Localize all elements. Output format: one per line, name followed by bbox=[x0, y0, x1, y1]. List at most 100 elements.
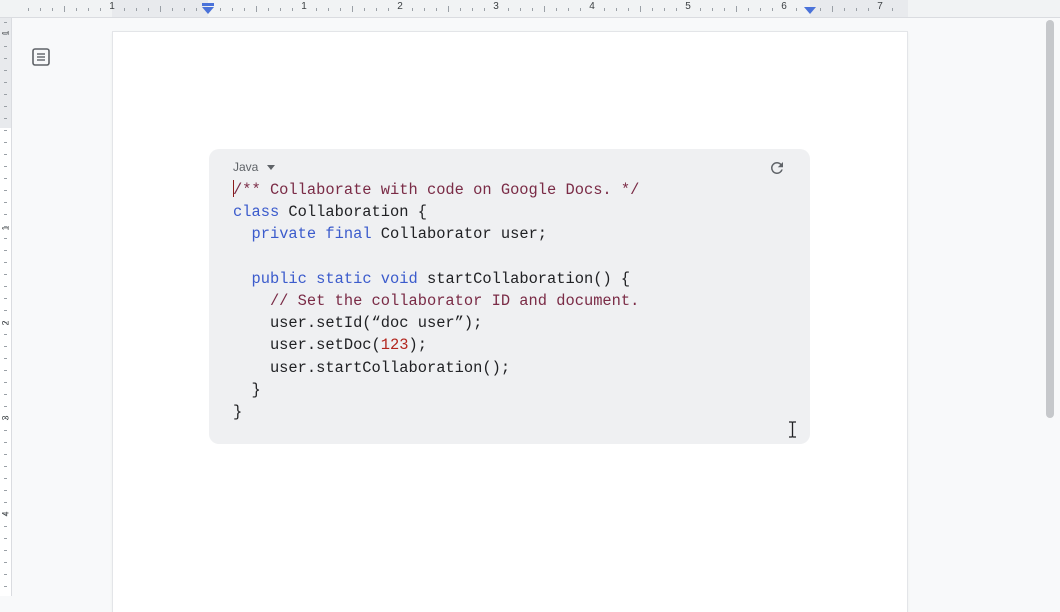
ruler-tick bbox=[4, 466, 7, 467]
ruler-tick bbox=[4, 394, 7, 395]
ruler-tick bbox=[532, 8, 533, 11]
ruler-tick bbox=[364, 8, 365, 11]
ruler-tick bbox=[4, 502, 7, 503]
i-beam-cursor-icon bbox=[789, 421, 796, 438]
ruler-tick bbox=[4, 334, 7, 335]
ruler-tick bbox=[76, 8, 77, 11]
ruler-tick bbox=[4, 130, 7, 131]
caret-down-icon bbox=[267, 165, 276, 170]
ruler-tick bbox=[424, 8, 425, 11]
ruler-tick bbox=[604, 8, 605, 11]
code-token: private final bbox=[251, 225, 372, 244]
code-token: user.startCollaboration(); bbox=[233, 358, 511, 377]
code-line: /** Collaborate with code on Google Docs… bbox=[233, 179, 639, 201]
code-line: // Set the collaborator ID and document. bbox=[233, 290, 639, 312]
ruler-tick bbox=[796, 8, 797, 11]
ruler-tick bbox=[88, 8, 89, 11]
document-outline-button[interactable] bbox=[30, 46, 52, 68]
horizontal-ruler[interactable]: 1 1 2 3 4 5 6 7 bbox=[0, 0, 1060, 18]
ruler-tick bbox=[160, 6, 161, 12]
refresh-button[interactable] bbox=[768, 159, 786, 177]
ruler-tick bbox=[4, 190, 7, 191]
ruler-tick bbox=[340, 8, 341, 11]
left-indent-marker[interactable] bbox=[202, 7, 214, 14]
ruler-tick bbox=[100, 8, 101, 11]
ruler-number: 2 bbox=[0, 320, 11, 326]
ruler-tick bbox=[4, 166, 7, 167]
ruler-tick bbox=[856, 8, 857, 11]
code-line: user.setDoc(123); bbox=[233, 334, 639, 356]
ruler-number: 3 bbox=[0, 415, 11, 421]
code-line: user.startCollaboration(); bbox=[233, 357, 639, 379]
code-token: /** Collaborate with code on Google Docs… bbox=[233, 181, 640, 199]
ruler-tick bbox=[4, 202, 7, 203]
ruler-tick bbox=[4, 274, 7, 275]
right-indent-marker[interactable] bbox=[804, 7, 816, 14]
ruler-tick bbox=[4, 178, 7, 179]
ruler-tick bbox=[4, 238, 7, 239]
ruler-tick bbox=[4, 586, 7, 587]
ruler-tick bbox=[352, 6, 353, 12]
ruler-tick bbox=[40, 8, 41, 11]
code-token: 123 bbox=[380, 336, 409, 355]
scrollbar-thumb[interactable] bbox=[1046, 20, 1054, 418]
ruler-tick bbox=[4, 526, 7, 527]
ruler-tick bbox=[484, 8, 485, 11]
ruler-tick bbox=[4, 370, 7, 371]
vertical-ruler[interactable]: 1 1 2 3 4 bbox=[0, 18, 12, 596]
ruler-tick bbox=[136, 8, 137, 11]
ruler-tick bbox=[508, 8, 509, 11]
code-token: startCollaboration() { bbox=[417, 269, 631, 288]
ruler-tick bbox=[460, 8, 461, 11]
code-token: } bbox=[233, 402, 243, 421]
ruler-tick bbox=[844, 8, 845, 11]
ruler-tick bbox=[4, 382, 7, 383]
ruler-tick bbox=[676, 8, 677, 11]
ruler-tick bbox=[4, 478, 7, 479]
ruler-number: 4 bbox=[589, 1, 595, 12]
ruler-tick bbox=[4, 154, 7, 155]
language-dropdown[interactable]: Java bbox=[233, 160, 276, 174]
ruler-tick bbox=[664, 8, 665, 11]
ruler-tick bbox=[64, 6, 65, 12]
code-token: Collaborator user; bbox=[371, 225, 548, 244]
ruler-tick bbox=[868, 8, 869, 11]
code-editor[interactable]: /** Collaborate with code on Google Docs… bbox=[233, 179, 639, 423]
ruler-tick bbox=[4, 46, 7, 47]
ruler-tick bbox=[376, 8, 377, 11]
code-line: class Collaboration { bbox=[233, 201, 639, 223]
ruler-tick bbox=[4, 118, 7, 119]
ruler-tick bbox=[124, 8, 125, 11]
ruler-tick bbox=[4, 70, 7, 71]
ruler-tick bbox=[4, 82, 7, 83]
code-block[interactable]: Java /** Collaborate with code on Google… bbox=[209, 149, 810, 444]
first-line-indent-marker[interactable] bbox=[202, 3, 214, 6]
ruler-tick bbox=[556, 8, 557, 11]
ruler-right-margin bbox=[810, 0, 908, 17]
vertical-scrollbar[interactable] bbox=[1045, 18, 1055, 418]
ruler-tick bbox=[520, 8, 521, 11]
code-token: user.setId(“doc user”); bbox=[233, 314, 483, 333]
ruler-tick bbox=[388, 8, 389, 11]
refresh-icon bbox=[770, 161, 783, 174]
ruler-number: 1 bbox=[109, 1, 115, 12]
ruler-tick bbox=[268, 8, 269, 11]
code-line: } bbox=[233, 401, 639, 423]
ruler-tick bbox=[736, 6, 737, 12]
ruler-tick bbox=[4, 94, 7, 95]
ruler-tick bbox=[616, 8, 617, 11]
ruler-tick bbox=[4, 250, 7, 251]
ruler-tick bbox=[220, 8, 221, 11]
ruler-tick bbox=[256, 6, 257, 12]
ruler-tick bbox=[544, 6, 545, 12]
code-line: public static void startCollaboration() … bbox=[233, 268, 639, 290]
ruler-tick bbox=[4, 430, 7, 431]
ruler-tick bbox=[832, 6, 833, 12]
ruler-tick bbox=[748, 8, 749, 11]
code-token: // Set the collaborator ID and document. bbox=[233, 291, 640, 310]
ruler-tick bbox=[724, 8, 725, 11]
code-line: private final Collaborator user; bbox=[233, 223, 639, 245]
ruler-tick bbox=[292, 8, 293, 11]
ruler-tick bbox=[712, 8, 713, 11]
